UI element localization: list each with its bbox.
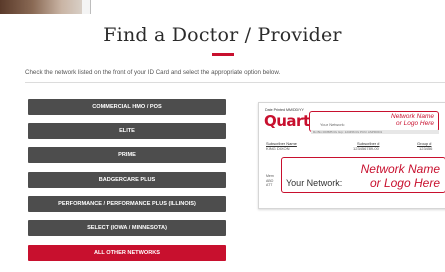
card-member-lines: Mem ABO ATT (266, 174, 274, 187)
network-callout-small: Your Network: Network Name or Logo Here (309, 111, 439, 132)
card-rx-strip: Rx Bin 003585 Rx Grp: 123456 Rx PCN: ASP… (311, 130, 439, 134)
callout-small-network-placeholder: Network Name or Logo Here (391, 113, 434, 127)
network-button-all-other[interactable]: ALL OTHER NETWORKS (28, 245, 226, 261)
card-subscriber-number-value: 123456789-00 (353, 146, 379, 151)
callout-small-network-label: Your Network: (320, 122, 345, 127)
card-group-value: 123456 (419, 146, 433, 151)
callout-large-network-placeholder: Network Name or Logo Here (360, 162, 440, 190)
network-callout-large: Your Network: Network Name or Logo Here (281, 157, 445, 193)
network-button-commercial-hmo-pos[interactable]: COMMERCIAL HMO / POS (28, 99, 226, 115)
id-card-illustration: Date Printed MM/DD/YY Quartz Your Networ… (258, 102, 445, 209)
hero-photo-fragment (0, 0, 82, 14)
network-button-prime[interactable]: PRIME (28, 147, 226, 163)
network-button-select[interactable]: SELECT (IOWA / MINNESOTA) (28, 220, 226, 236)
section-divider (25, 82, 445, 83)
hero-photo-frame (82, 0, 91, 14)
page-title: Find a Doctor / Provider (103, 24, 342, 46)
instructions-text: Check the network listed on the front of… (25, 69, 281, 76)
callout-large-network-label: Your Network: (286, 178, 343, 188)
title-underline (212, 53, 234, 56)
card-subscriber-name-value: KING DIXON (266, 146, 290, 151)
network-button-badgercare-plus[interactable]: BADGERCARE PLUS (28, 172, 226, 188)
network-button-performance[interactable]: PERFORMANCE / PERFORMANCE PLUS (ILLINOIS… (28, 196, 226, 212)
network-button-elite[interactable]: ELITE (28, 123, 226, 139)
